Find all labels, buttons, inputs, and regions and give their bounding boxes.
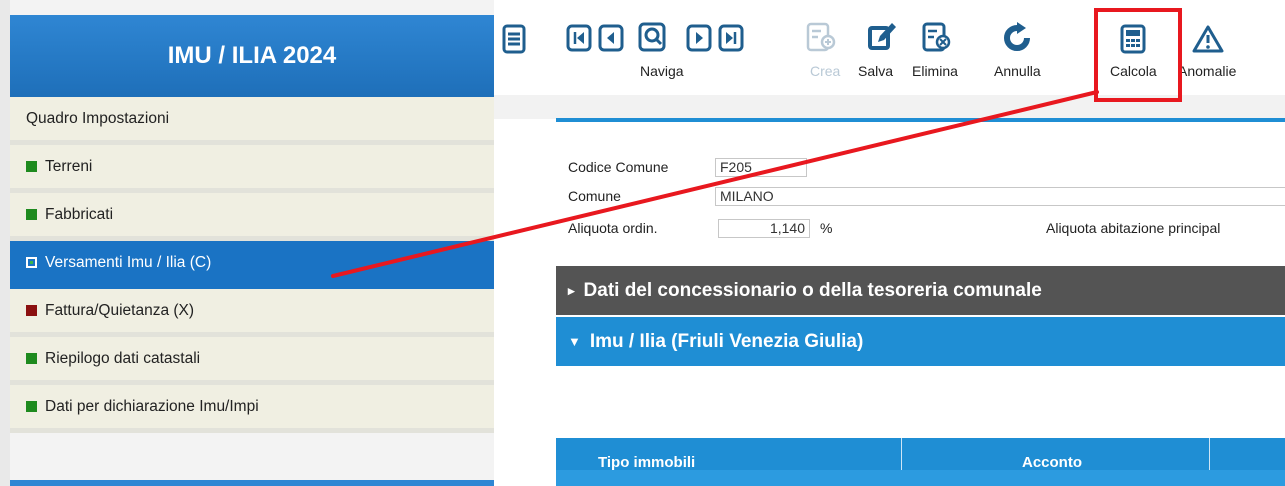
sidebar-footer [10, 480, 494, 486]
aliquota-ordin-label: Aliquota ordin. [568, 220, 658, 236]
hamburger-icon[interactable] [502, 24, 526, 59]
app-title: IMU / ILIA 2024 [10, 15, 494, 97]
aliquota-abitazione-label: Aliquota abitazione principal [1046, 220, 1221, 236]
sidebar-item-versamenti[interactable]: Versamenti Imu / Ilia (C) [10, 241, 494, 289]
next-record-icon[interactable] [686, 24, 712, 57]
chevron-right-icon: ▸ [568, 282, 575, 298]
green-square-icon [26, 209, 37, 220]
sidebar-item-label: Quadro Impostazioni [26, 109, 170, 127]
sidebar-item-terreni[interactable]: Terreni [10, 145, 494, 193]
sidebar-item-label: Versamenti Imu / Ilia (C) [45, 253, 212, 271]
green-square-icon [26, 401, 37, 412]
sidebar-item-riepilogo[interactable]: Riepilogo dati catastali [10, 337, 494, 385]
sidebar-item-quadro-impostazioni[interactable]: Quadro Impostazioni [10, 97, 494, 145]
codice-comune-field[interactable]: F205 [715, 158, 807, 177]
annulla-button[interactable]: Annulla [994, 63, 1041, 79]
table-first-row [556, 470, 1285, 486]
section-concessionario[interactable]: ▸ Dati del concessionario o della tesore… [556, 266, 1285, 315]
delete-record-icon[interactable] [922, 22, 952, 59]
aliquota-ordin-field[interactable]: 1,140 [718, 219, 810, 238]
red-square-icon [26, 305, 37, 316]
annotation-highlight-box [1094, 8, 1182, 102]
first-record-icon[interactable] [566, 24, 592, 57]
naviga-label: Naviga [640, 63, 684, 79]
section-title: Dati del concessionario o della tesoreri… [583, 279, 1042, 301]
last-record-icon[interactable] [718, 24, 744, 57]
search-record-icon[interactable] [638, 22, 668, 59]
green-square-icon [26, 353, 37, 364]
sidebar-item-label: Fattura/Quietanza (X) [45, 301, 195, 319]
percent-label: % [820, 220, 833, 236]
sidebar-item-label: Dati per dichiarazione Imu/Impi [45, 397, 259, 415]
crea-button[interactable]: Crea [810, 63, 840, 79]
elimina-button[interactable]: Elimina [912, 63, 958, 79]
sidebar-item-label: Riepilogo dati catastali [45, 349, 201, 367]
anomalie-button[interactable]: Anomalie [1178, 63, 1236, 79]
edit-save-icon[interactable] [866, 20, 898, 59]
sidebar-item-dati-dichiarazione[interactable]: Dati per dichiarazione Imu/Impi [10, 385, 494, 433]
section-title: Imu / Ilia (Friuli Venezia Giulia) [589, 330, 864, 352]
sidebar-item-label: Fabbricati [45, 205, 114, 223]
hollow-square-icon [26, 257, 37, 268]
chevron-down-icon: ▼ [568, 334, 581, 349]
sidebar-item-label: Terreni [45, 157, 93, 175]
undo-icon[interactable] [1002, 22, 1032, 59]
codice-comune-label: Codice Comune [568, 159, 669, 175]
salva-button[interactable]: Salva [858, 63, 893, 79]
sidebar-item-fabbricati[interactable]: Fabbricati [10, 193, 494, 241]
sidebar: IMU / ILIA 2024 Quadro Impostazioni Terr… [10, 0, 494, 486]
green-square-icon [26, 161, 37, 172]
crea-icon [806, 22, 836, 59]
sidebar-item-fattura[interactable]: Fattura/Quietanza (X) [10, 289, 494, 337]
section-imu-ilia[interactable]: ▼ Imu / Ilia (Friuli Venezia Giulia) [556, 317, 1285, 366]
warning-icon[interactable] [1192, 24, 1224, 59]
previous-record-icon[interactable] [598, 24, 624, 57]
sidebar-menu: Quadro Impostazioni Terreni Fabbricati V… [10, 97, 494, 433]
comune-field[interactable]: MILANO [715, 187, 1285, 206]
comune-label: Comune [568, 188, 621, 204]
